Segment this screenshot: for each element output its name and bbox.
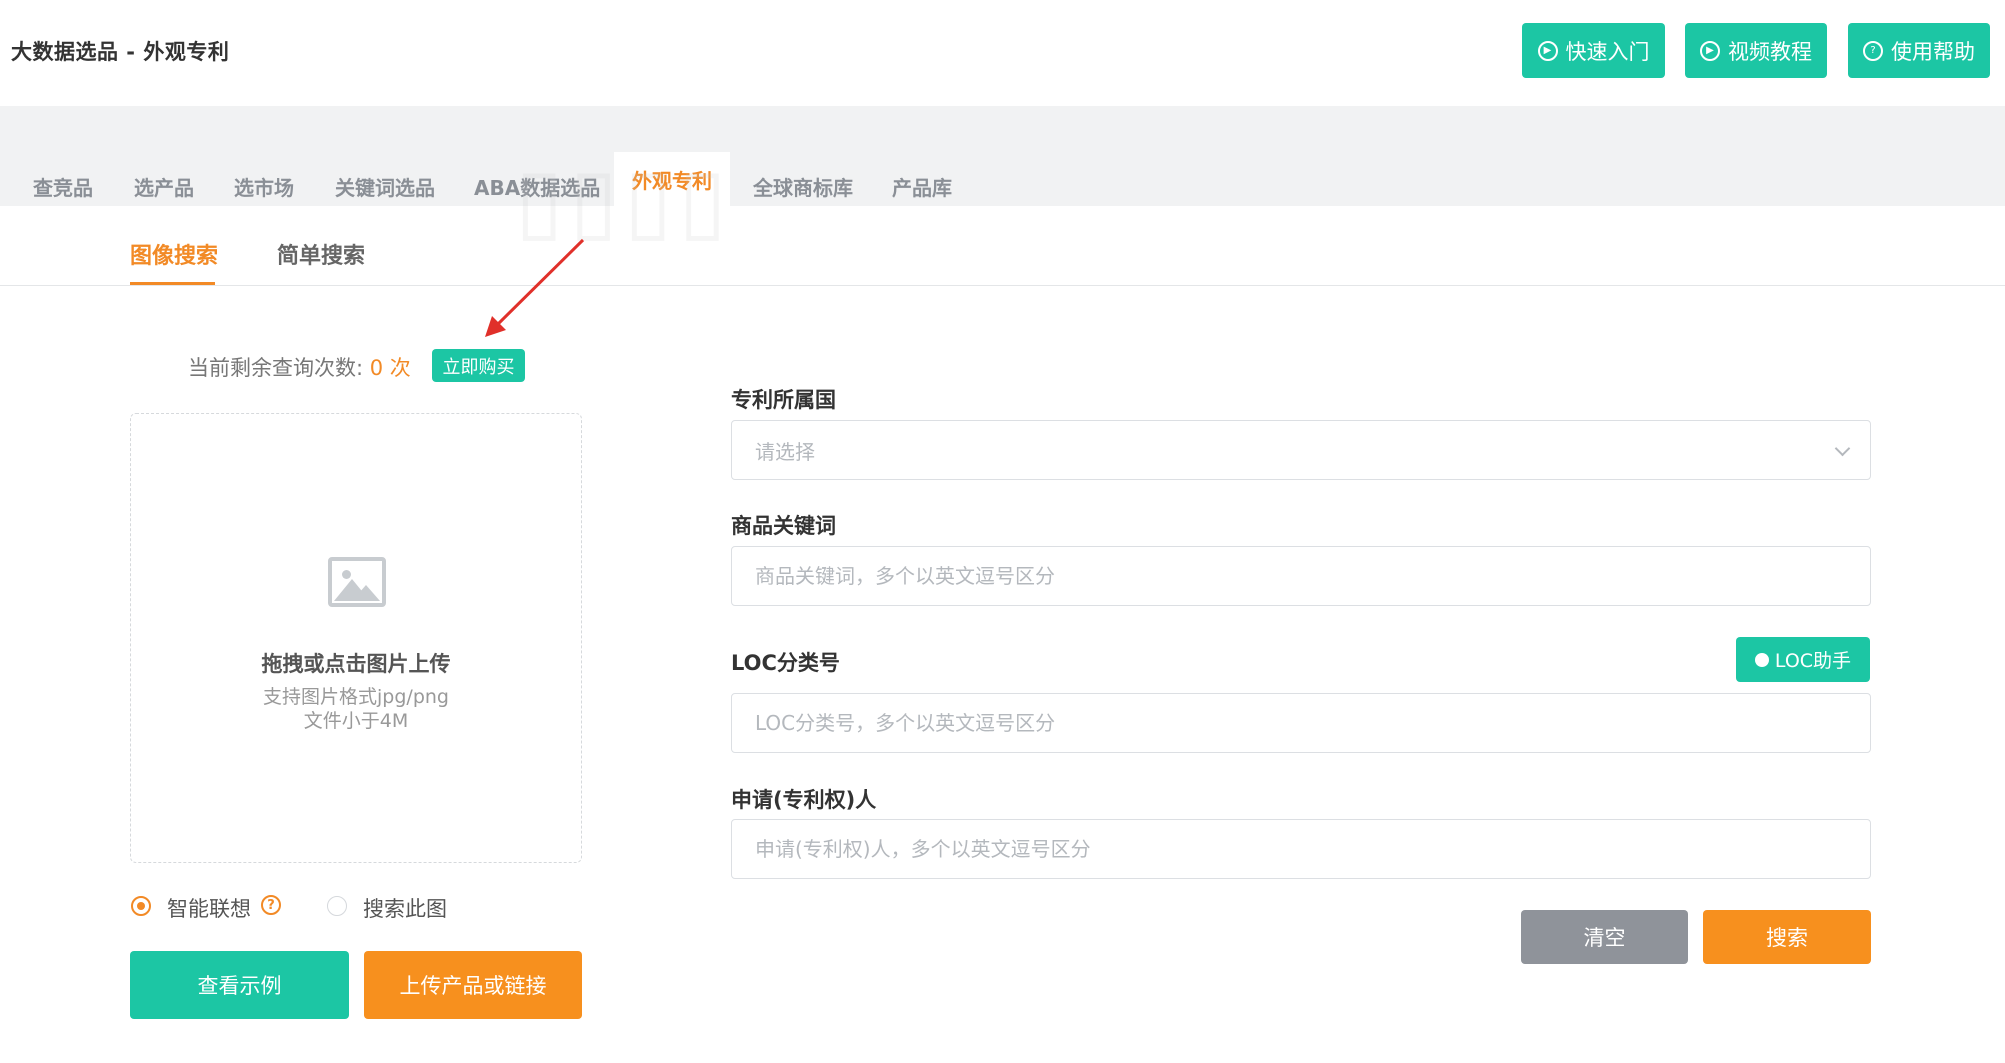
help-button[interactable]: ? 使用帮助 <box>1848 23 1990 78</box>
red-arrow-annotation <box>485 238 585 337</box>
help-circle-icon: ? <box>1863 40 1883 61</box>
smart-association-radio[interactable] <box>131 896 151 916</box>
quick-start-button[interactable]: ▶ 快速入门 <box>1522 23 1665 78</box>
tab-find-competitors[interactable]: 查竞品 <box>33 165 93 207</box>
upload-size-hint: 文件小于4M <box>303 710 409 732</box>
search-this-image-radio[interactable] <box>327 896 347 916</box>
upload-title: 拖拽或点击图片上传 <box>261 652 451 676</box>
quick-start-label: 快速入门 <box>1565 39 1650 64</box>
applicant-label: 申请(专利权)人 <box>731 788 877 812</box>
lightbulb-icon <box>1754 652 1769 667</box>
loc-helper-button[interactable]: LOC助手 <box>1736 637 1870 682</box>
top-header: 大数据选品 - 外观专利 ▶ 快速入门 ▶ 视频教程 ? 使用帮助 <box>0 0 2005 106</box>
page: 大数据选品 - 外观专利 ▶ 快速入门 ▶ 视频教程 ? 使用帮助 查竞品 选产… <box>0 0 2005 1063</box>
nav-bar <box>0 106 2005 206</box>
keyword-label: 商品关键词 <box>731 514 836 538</box>
tab-product-library[interactable]: 产品库 <box>892 165 952 207</box>
video-tutorial-label: 视频教程 <box>1728 39 1812 64</box>
tab-global-trademark[interactable]: 全球商标库 <box>753 165 853 207</box>
image-placeholder-icon <box>328 557 386 607</box>
tab-select-products[interactable]: 选产品 <box>134 165 194 207</box>
remaining-queries-count: 0 次 <box>369 356 411 380</box>
upload-product-or-link-button[interactable]: 上传产品或链接 <box>364 951 582 1019</box>
loc-helper-label: LOC助手 <box>1774 650 1852 672</box>
remaining-queries-label: 当前剩余查询次数: <box>188 356 364 380</box>
tab-select-markets[interactable]: 选市场 <box>234 165 294 207</box>
buy-now-button[interactable]: 立即购买 <box>432 349 525 382</box>
remaining-queries: 当前剩余查询次数: 0 次 <box>188 352 411 382</box>
loc-label: LOC分类号 <box>731 651 840 675</box>
tab-simple-search[interactable]: 简单搜索 <box>277 238 365 270</box>
tab-aba-data[interactable]: ABA数据选品 <box>474 165 600 207</box>
loc-input[interactable] <box>731 693 1871 753</box>
tab-image-search[interactable]: 图像搜索 <box>130 238 218 270</box>
clear-button[interactable]: 清空 <box>1521 910 1688 964</box>
country-label: 专利所属国 <box>731 388 836 412</box>
tab-keyword-selection[interactable]: 关键词选品 <box>335 165 435 207</box>
upload-format-hint: 支持图片格式jpg/png <box>263 686 449 708</box>
chevron-down-icon <box>1834 440 1851 457</box>
video-tutorial-button[interactable]: ▶ 视频教程 <box>1685 23 1827 78</box>
country-select[interactable]: 请选择 <box>731 420 1871 480</box>
image-upload-dropzone[interactable]: 拖拽或点击图片上传 支持图片格式jpg/png 文件小于4M <box>130 413 582 863</box>
view-example-button[interactable]: 查看示例 <box>130 951 349 1019</box>
applicant-input[interactable] <box>731 819 1871 879</box>
app-title: 大数据选品 - 外观专利 <box>11 40 230 64</box>
help-label: 使用帮助 <box>1891 39 1975 64</box>
question-circle-icon[interactable]: ? <box>261 895 281 915</box>
search-button[interactable]: 搜索 <box>1703 910 1871 964</box>
play-circle-icon: ▶ <box>1700 40 1720 61</box>
keyword-input[interactable] <box>731 546 1871 606</box>
search-this-image-label: 搜索此图 <box>363 897 447 921</box>
tab-design-patent[interactable]: 外观专利 <box>614 152 730 206</box>
country-select-value: 请选择 <box>755 439 815 464</box>
play-circle-icon: ▶ <box>1537 40 1558 61</box>
divider <box>0 285 2005 286</box>
smart-association-label: 智能联想 <box>167 897 251 921</box>
